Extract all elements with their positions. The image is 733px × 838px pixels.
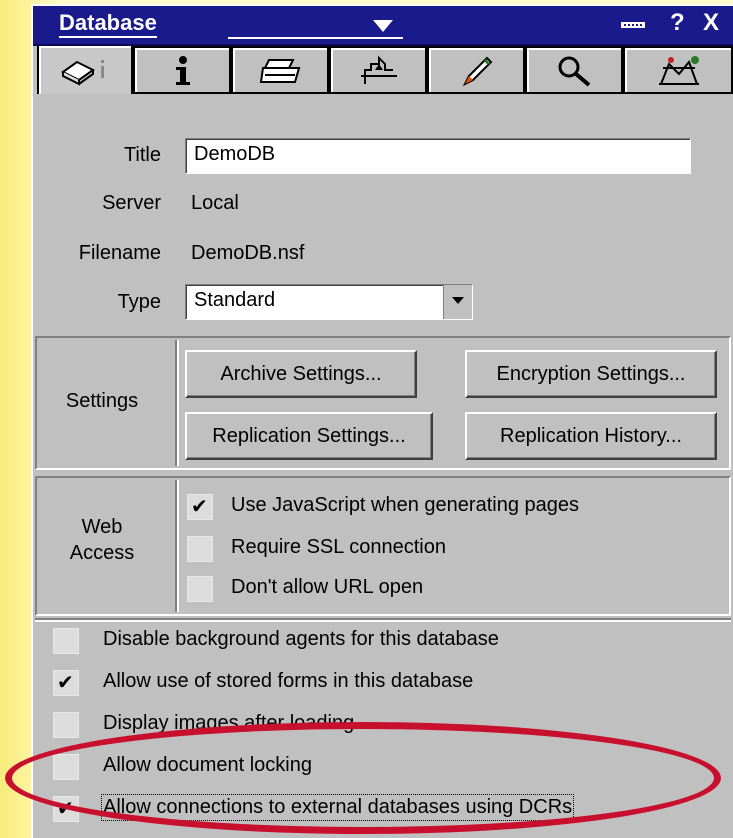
design-icon [357,54,401,88]
tab-search[interactable] [527,48,621,92]
dont-allow-url-open-checkbox[interactable] [187,576,213,602]
allow-document-locking-checkbox[interactable] [53,754,79,780]
archive-settings-button[interactable]: Archive Settings... [185,350,417,398]
tab-design[interactable] [331,48,425,92]
allow-stored-forms-label: Allow use of stored forms in this databa… [103,670,474,692]
window-title: Database [59,10,157,38]
dont-allow-url-open-label: Don't allow URL open [231,576,424,598]
replication-settings-button[interactable]: Replication Settings... [185,412,433,460]
options-separator [35,618,731,622]
printer-icon [259,56,303,86]
allow-dcr-connections-label: Allow connections to external databases … [100,794,575,821]
titlebar[interactable]: Database ? X [33,6,733,46]
web-access-label-line2: Access [69,542,135,564]
title-field-value: DemoDB [194,143,276,165]
allow-dcr-connections-checkbox[interactable] [53,796,79,822]
title-label: Title [123,144,161,166]
use-javascript-label: Use JavaScript when generating pages [231,494,579,516]
display-images-after-loading-label: Display images after loading [103,712,355,734]
use-javascript-checkbox[interactable] [187,494,213,520]
search-icon [555,54,595,88]
type-select[interactable]: Standard [185,284,473,320]
launch-icon [457,54,497,88]
display-images-after-loading-checkbox[interactable] [53,712,79,738]
server-value: Local [191,192,239,214]
web-access-label-line1: Web [81,516,123,538]
close-button[interactable]: X [703,9,719,37]
tab-launch[interactable] [429,48,523,92]
chevron-down-icon[interactable] [373,20,393,32]
tab-info[interactable] [135,48,229,92]
settings-divider [175,340,179,466]
grip-icon[interactable] [621,22,645,28]
filename-value: DemoDB.nsf [191,242,305,264]
advanced-icon [657,54,701,88]
database-info-icon [59,56,113,86]
tab-advanced[interactable] [625,48,731,92]
tab-basics[interactable] [39,46,131,94]
settings-label: Settings [65,390,139,412]
disable-background-agents-label: Disable background agents for this datab… [103,628,499,650]
type-select-value: Standard [194,289,276,311]
chevron-down-icon[interactable] [443,285,472,319]
tab-print[interactable] [233,48,327,92]
server-label: Server [102,192,161,214]
allow-stored-forms-checkbox[interactable] [53,670,79,696]
replication-history-button[interactable]: Replication History... [465,412,717,460]
help-button[interactable]: ? [670,9,685,37]
encryption-settings-button[interactable]: Encryption Settings... [465,350,717,398]
web-access-divider [175,480,179,612]
database-properties-panel: Database ? X Title DemoDB Server Local F… [31,4,733,838]
require-ssl-checkbox[interactable] [187,536,213,562]
disable-background-agents-checkbox[interactable] [53,628,79,654]
tab-strip [37,46,733,94]
info-icon [171,55,195,87]
allow-document-locking-label: Allow document locking [103,754,312,776]
require-ssl-label: Require SSL connection [231,536,446,558]
title-underline [228,37,403,39]
type-label: Type [117,291,161,313]
filename-label: Filename [78,242,161,264]
title-field[interactable]: DemoDB [185,138,691,174]
